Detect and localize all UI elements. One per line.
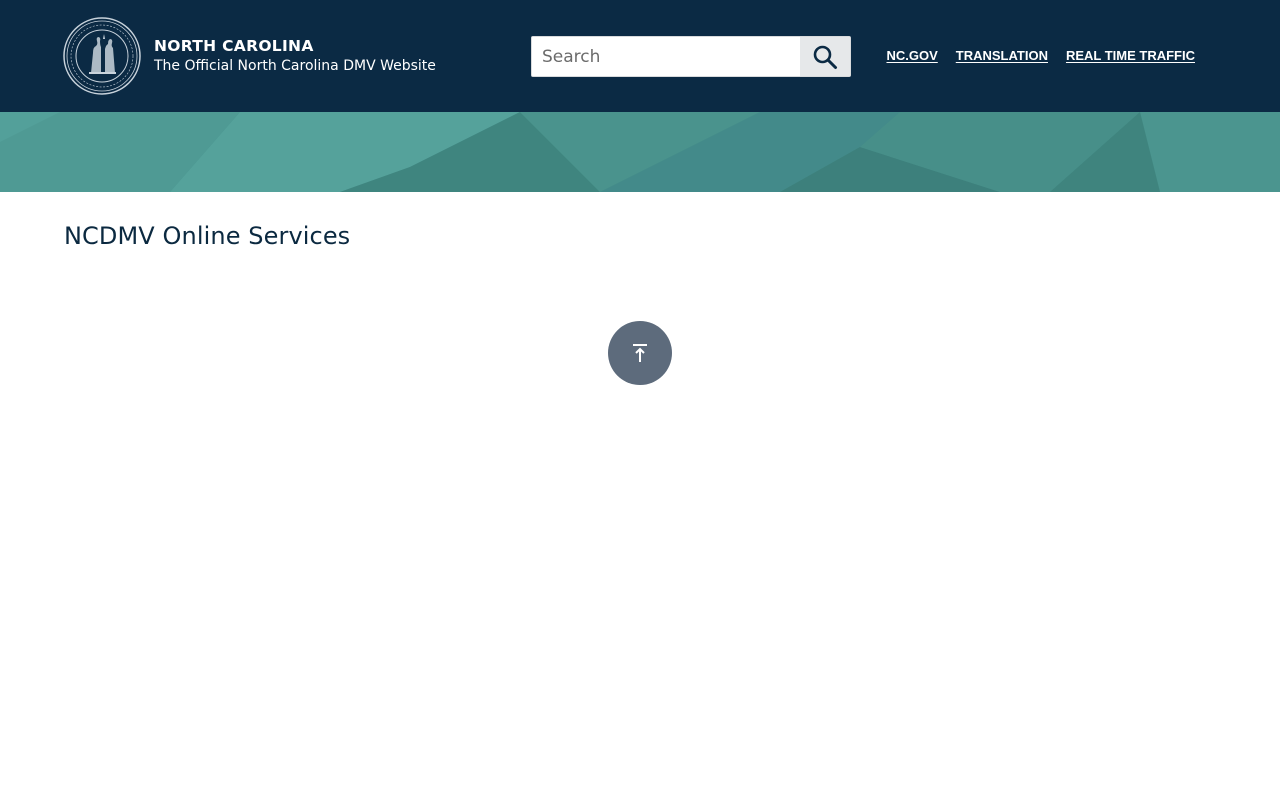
page-title: NCDMV Online Services	[64, 222, 351, 250]
back-to-top-button[interactable]	[608, 321, 672, 385]
search-icon	[813, 45, 837, 69]
brand-text: NORTH CAROLINA The Official North Caroli…	[154, 36, 436, 76]
brand-subtitle: The Official North Carolina DMV Website	[154, 58, 436, 74]
utility-nav: NC.GOV TRANSLATION REAL TIME TRAFFIC	[886, 48, 1195, 63]
hero-banner	[0, 112, 1280, 192]
search-input[interactable]	[532, 37, 800, 76]
translation-link[interactable]: TRANSLATION	[956, 48, 1048, 63]
real-time-traffic-link[interactable]: REAL TIME TRAFFIC	[1066, 48, 1195, 63]
search-form	[531, 36, 851, 77]
arrow-up-to-line-icon	[633, 344, 647, 362]
banner-pattern	[0, 112, 1280, 192]
brand-home-link[interactable]: NORTH CAROLINA The Official North Caroli…	[63, 17, 436, 95]
brand-title: NORTH CAROLINA	[154, 37, 314, 55]
site-header: NORTH CAROLINA The Official North Caroli…	[0, 0, 1280, 112]
nc-gov-link[interactable]: NC.GOV	[886, 48, 937, 63]
nc-state-seal-icon	[63, 17, 141, 95]
search-button[interactable]	[800, 37, 850, 76]
